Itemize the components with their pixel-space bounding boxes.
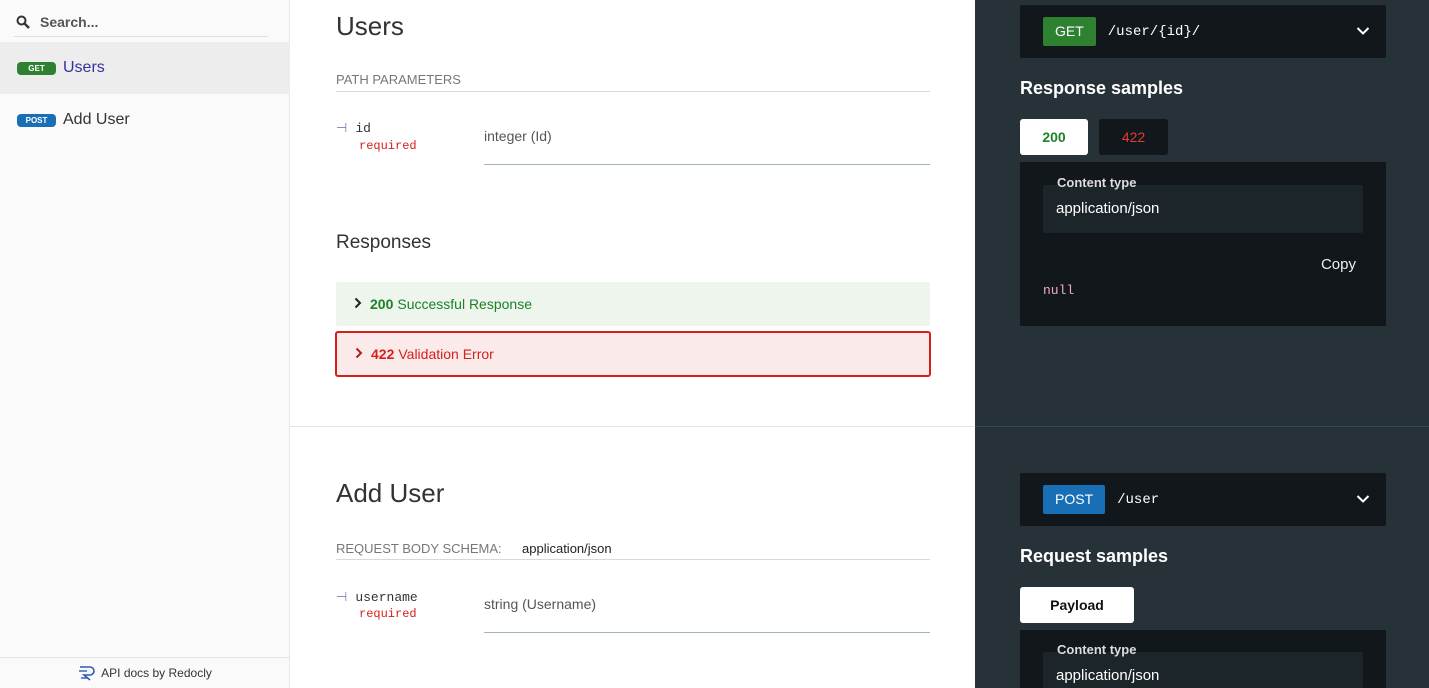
search-icon — [14, 13, 32, 31]
copy-button[interactable]: Copy — [1321, 256, 1356, 273]
chevron-right-icon — [355, 346, 363, 362]
tab-200[interactable]: 200 — [1020, 119, 1088, 155]
users-title: Users — [336, 11, 404, 41]
param-username: ⊣ username — [336, 589, 418, 605]
sidebar: GET Users POST Add User API docs by Redo… — [0, 0, 290, 688]
chevron-right-icon — [354, 296, 362, 312]
sidebar-item-users[interactable]: GET Users — [0, 42, 290, 94]
search-bar — [14, 8, 268, 37]
responses-title: Responses — [336, 232, 432, 253]
section-divider — [975, 426, 1429, 427]
chevron-down-icon — [1356, 491, 1370, 509]
redocly-footer-link[interactable]: API docs by Redocly — [0, 657, 290, 688]
search-input[interactable] — [40, 14, 260, 30]
get-badge: GET — [17, 61, 56, 75]
param-connector-icon: ⊣ — [336, 120, 348, 135]
endpoint-post-user[interactable]: POST /user — [1020, 473, 1386, 526]
request-body-schema-value: application/json — [522, 541, 612, 556]
footer-text: API docs by Redocly — [101, 666, 212, 680]
tab-payload[interactable]: Payload — [1020, 587, 1134, 623]
param-connector-icon: ⊣ — [336, 589, 348, 604]
tab-422[interactable]: 422 — [1099, 119, 1168, 155]
post-badge: POST — [17, 113, 56, 127]
content-type-label: Content type — [1057, 642, 1137, 657]
endpoint-path: /user — [1117, 491, 1160, 508]
section-divider — [290, 426, 975, 427]
param-id-name: id — [355, 121, 371, 136]
response-samples-title: Response samples — [1020, 78, 1184, 98]
response-code: 200 — [370, 296, 394, 312]
redocly-logo-icon — [78, 665, 96, 681]
content-type-select[interactable]: Content type application/json — [1043, 175, 1363, 233]
response-sample-box: Content type application/json Copy null — [1020, 162, 1386, 326]
divider — [336, 559, 930, 560]
request-samples-title: Request samples — [1020, 546, 1169, 566]
sidebar-item-label: Users — [63, 59, 105, 76]
sidebar-item-add-user[interactable]: POST Add User — [0, 94, 290, 146]
param-underline — [484, 632, 930, 633]
required-label: required — [359, 607, 417, 621]
get-method-badge: GET — [1043, 17, 1096, 46]
path-parameters-label: PATH PARAMETERS — [336, 72, 461, 87]
param-underline — [484, 164, 930, 165]
param-username-name: username — [355, 590, 418, 605]
response-code: 422 — [371, 346, 395, 362]
response-text: Successful Response — [397, 296, 532, 312]
sidebar-item-label: Add User — [63, 111, 130, 128]
content-type-value: application/json — [1056, 667, 1160, 684]
add-user-title: Add User — [336, 478, 445, 508]
response-422[interactable]: 422 Validation Error — [335, 331, 931, 377]
content-type-label: Content type — [1057, 175, 1137, 190]
param-id-type: integer (Id) — [484, 128, 552, 144]
main-content: Users PATH PARAMETERS ⊣ id required integ… — [290, 0, 975, 688]
param-username-type: string (Username) — [484, 596, 597, 612]
param-id: ⊣ id — [336, 120, 371, 136]
endpoint-get-user[interactable]: GET /user/{id}/ — [1020, 5, 1386, 58]
response-200[interactable]: 200 Successful Response — [336, 282, 930, 326]
request-sample-box: Content type application/json — [1020, 630, 1386, 688]
response-body: null — [1043, 283, 1075, 298]
chevron-down-icon — [1356, 23, 1370, 41]
samples-panel: GET /user/{id}/ Response samples 200 422… — [975, 0, 1429, 688]
required-label: required — [359, 139, 417, 153]
divider — [336, 91, 930, 92]
post-method-badge: POST — [1043, 485, 1106, 514]
response-text: Validation Error — [398, 346, 494, 362]
content-type-select[interactable]: Content type application/json — [1043, 642, 1363, 688]
endpoint-path: /user/{id}/ — [1107, 23, 1201, 40]
content-type-value: application/json — [1056, 200, 1160, 217]
request-body-schema-label: REQUEST BODY SCHEMA: — [336, 541, 502, 556]
